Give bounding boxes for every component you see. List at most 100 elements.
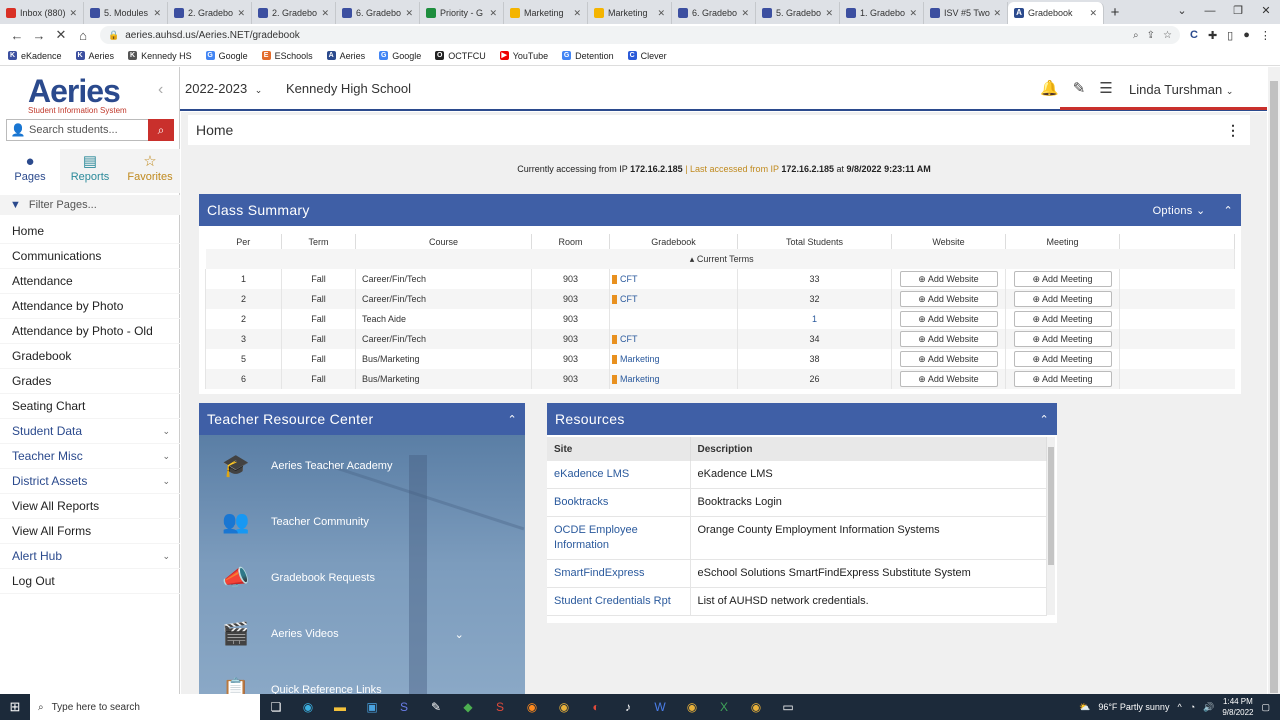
notes-icon[interactable]: ✎	[1073, 79, 1086, 97]
resource-item-quick-reference-links[interactable]: 📋 Quick Reference Links	[217, 675, 381, 694]
cell-students[interactable]: 38	[737, 349, 892, 369]
close-icon[interactable]: ✕	[823, 8, 833, 19]
close-icon[interactable]: ✕	[319, 8, 329, 19]
gradebook-link[interactable]: CFT	[620, 294, 638, 304]
new-tab-button[interactable]: +	[1104, 2, 1126, 24]
table-row[interactable]: 2 Fall Career/Fin/Tech 903 CFT 32 ⊕ Add Websit…	[205, 289, 1235, 309]
table-row[interactable]: 3 Fall Career/Fin/Tech 903 CFT 34 ⊕ Add Websit…	[205, 329, 1235, 349]
search-input[interactable]: Search students...	[29, 124, 148, 136]
add-website-button[interactable]: ⊕ Add Website	[899, 331, 998, 347]
close-icon[interactable]: ✕	[907, 8, 917, 19]
cell-gradebook[interactable]: CFT	[609, 289, 738, 309]
column-header[interactable]: Meeting	[1005, 234, 1120, 249]
table-row[interactable]: 1 Fall Career/Fin/Tech 903 CFT 33 ⊕ Add Websit…	[205, 269, 1235, 289]
tab-9[interactable]: 5. Gradebo ✕	[756, 2, 840, 24]
gradebook-link[interactable]: CFT	[620, 274, 638, 284]
bookmark-7[interactable]: O OCTFCU	[435, 51, 486, 61]
home-icon[interactable]: ⌂	[72, 28, 94, 43]
chevron-up-icon[interactable]: ⌃	[1039, 413, 1049, 426]
scroll-thumb[interactable]	[1048, 447, 1054, 565]
bookmark-4[interactable]: E ESchools	[261, 51, 313, 61]
options-dropdown[interactable]: Options ⌄	[1153, 204, 1206, 217]
bookmark-6[interactable]: G Google	[379, 51, 421, 61]
star-icon[interactable]: ☆	[1163, 30, 1172, 41]
bell-icon[interactable]: 🔔	[1040, 79, 1059, 97]
cell-students[interactable]: 32	[737, 289, 892, 309]
column-header[interactable]: Per	[205, 234, 282, 249]
sidepanel-icon[interactable]: ▯	[1227, 29, 1233, 42]
bookmark-5[interactable]: A Aeries	[326, 51, 365, 61]
stop-icon[interactable]: ✕	[50, 27, 72, 43]
add-meeting-button[interactable]: ⊕ Add Meeting	[1013, 291, 1112, 307]
bookmark-8[interactable]: ▶ YouTube	[499, 51, 548, 61]
sidebar-item-student-data[interactable]: Student Data ⌄	[0, 419, 180, 444]
sidebar-item-attendance[interactable]: Attendance	[0, 269, 180, 294]
tab-4[interactable]: 6. Gradebo ✕	[336, 2, 420, 24]
gradebook-link[interactable]: CFT	[620, 334, 638, 344]
sidebar-item-log-out[interactable]: Log Out	[0, 569, 180, 594]
tab-5[interactable]: Priority - G ✕	[420, 2, 504, 24]
minimize-button[interactable]: —	[1196, 0, 1224, 22]
tab-10[interactable]: 1. Gradebo ✕	[840, 2, 924, 24]
column-header[interactable]: Total Students	[737, 234, 892, 249]
sidebar-item-home[interactable]: Home	[0, 219, 180, 244]
tab-2[interactable]: 2. Gradebo ✕	[168, 2, 252, 24]
weather-text[interactable]: 96°F Partly sunny	[1098, 702, 1169, 712]
close-window-button[interactable]: ✕	[1252, 0, 1280, 22]
tab-3[interactable]: 2. Gradebo ✕	[252, 2, 336, 24]
store-icon[interactable]: ▣	[356, 700, 388, 714]
tab-6[interactable]: Marketing ✕	[504, 2, 588, 24]
close-icon[interactable]: ✕	[235, 8, 245, 19]
bookmark-1[interactable]: K Aeries	[75, 51, 114, 61]
chrome-2-icon[interactable]: ◉	[676, 700, 708, 714]
chevron-up-icon[interactable]: ⌃	[507, 413, 517, 426]
excel-icon[interactable]: X	[708, 700, 740, 714]
add-website-button[interactable]: ⊕ Add Website	[899, 371, 998, 387]
tab-0[interactable]: Inbox (880) ✕	[0, 2, 84, 24]
resource-item-aeries-videos[interactable]: 🎬 Aeries Videos ⌄	[217, 619, 464, 649]
more-options-icon[interactable]: ⋮	[1226, 122, 1240, 139]
close-icon[interactable]: ✕	[151, 8, 161, 19]
maximize-button[interactable]: ❐	[1224, 0, 1252, 22]
tray-chevron-icon[interactable]: ^	[1177, 702, 1181, 712]
student-search[interactable]: 👤 Search students... ⌕	[6, 119, 174, 141]
add-meeting-button[interactable]: ⊕ Add Meeting	[1013, 331, 1112, 347]
puzzle-icon[interactable]: ✚	[1208, 29, 1217, 42]
forward-icon[interactable]: →	[28, 28, 50, 43]
resource-site-link[interactable]: Student Credentials Rpt	[547, 587, 691, 616]
app-feather-icon[interactable]: ✎	[420, 700, 452, 714]
cell-students[interactable]: 26	[737, 369, 892, 389]
school-name[interactable]: Kennedy High School	[286, 81, 411, 96]
table-row[interactable]: 2 Fall Teach Aide 903 1 ⊕ Add Website ⊕ Add Me…	[205, 309, 1235, 329]
tab-active[interactable]: A Gradebook ✕	[1008, 2, 1104, 24]
edge-icon[interactable]: ◉	[292, 700, 324, 714]
sidebar-item-view-all-forms[interactable]: View All Forms	[0, 519, 180, 544]
add-website-button[interactable]: ⊕ Add Website	[899, 271, 998, 287]
bookmark-2[interactable]: K Kennedy HS	[128, 51, 192, 61]
sidebar-item-attendance-by-photo[interactable]: Attendance by Photo	[0, 294, 180, 319]
database-icon[interactable]: ☰	[1099, 79, 1112, 97]
zoom-icon[interactable]: ⌕	[1133, 30, 1139, 41]
sidebar-item-seating-chart[interactable]: Seating Chart	[0, 394, 180, 419]
close-icon[interactable]: ✕	[67, 8, 77, 19]
add-website-button[interactable]: ⊕ Add Website	[899, 311, 998, 327]
column-header[interactable]: Room	[531, 234, 610, 249]
app-red-s-icon[interactable]: S	[484, 700, 516, 714]
clock[interactable]: 1:44 PM 9/8/2022	[1222, 696, 1253, 718]
sidebar-item-district-assets[interactable]: District Assets ⌄	[0, 469, 180, 494]
profile-avatar[interactable]: ●	[1243, 29, 1250, 42]
extension-c-icon[interactable]: C	[1190, 29, 1198, 42]
table-row[interactable]: 5 Fall Bus/Marketing 903 Marketing 38 ⊕ Add We…	[205, 349, 1235, 369]
notification-icon[interactable]: ▢	[1261, 702, 1270, 713]
close-icon[interactable]: ✕	[991, 8, 1001, 19]
sidebar-item-communications[interactable]: Communications	[0, 244, 180, 269]
url-field[interactable]: 🔒 aeries.auhsd.us/Aeries.NET/gradebook ⌕…	[100, 26, 1180, 44]
sidebar-item-attendance-by-photo-old[interactable]: Attendance by Photo - Old	[0, 319, 180, 344]
menu-dots-icon[interactable]: ⋮	[1260, 29, 1271, 42]
resource-item-gradebook-requests[interactable]: 📣 Gradebook Requests	[217, 563, 375, 593]
collapse-sidebar-icon[interactable]: ‹	[158, 81, 163, 99]
chrome-3-icon[interactable]: ◉	[740, 700, 772, 714]
group-row[interactable]: ▴ Current Terms	[205, 249, 1235, 269]
gradebook-link[interactable]: Marketing	[620, 354, 660, 364]
app-s-icon[interactable]: S	[388, 700, 420, 714]
